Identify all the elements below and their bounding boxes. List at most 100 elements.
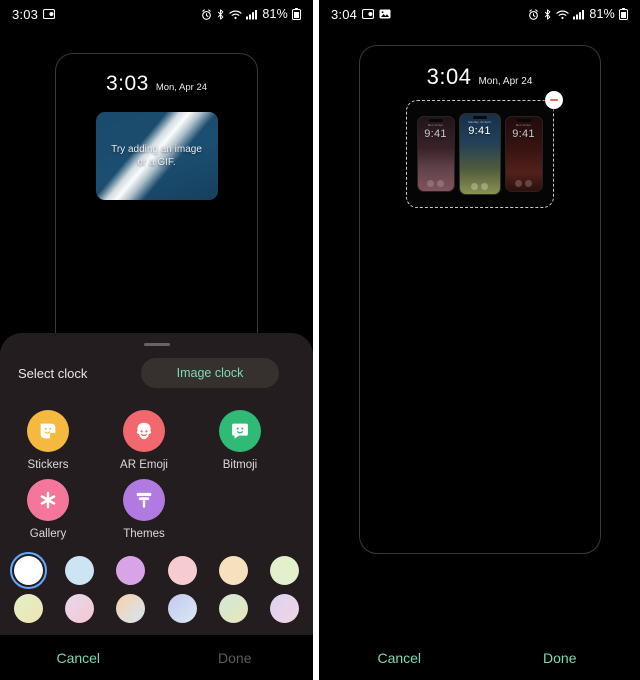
- bluetooth-icon: [216, 8, 225, 20]
- lockscreen-date: Mon, Apr 24: [155, 82, 208, 93]
- alarm-icon: [528, 8, 539, 20]
- swatch[interactable]: [269, 556, 299, 585]
- swatch[interactable]: [269, 594, 299, 623]
- battery-percent: 81%: [262, 7, 288, 21]
- mockup-time: 9:41: [468, 125, 491, 137]
- mockup-time: 9:41: [424, 128, 447, 140]
- lockscreen-preview-right: 3:04 Mon, Apr 24 Mon 24 Apr 9:41 Monday,…: [319, 28, 640, 554]
- status-bar-right: 3:04 81%: [319, 0, 640, 28]
- screenshot-icon: [362, 8, 375, 20]
- remove-icon[interactable]: [544, 91, 563, 109]
- swatch-row-1: [10, 552, 299, 589]
- left-phone-screen: 3:03 81% 3:03 Mon, Apr 24 Try adding an …: [0, 0, 313, 680]
- status-bar-right-group: 81%: [201, 7, 301, 21]
- lockscreen-clock: 3:03 Mon, Apr 24: [56, 54, 257, 96]
- tile-bitmoji[interactable]: Bitmoji: [192, 410, 288, 471]
- bitmoji-icon: [219, 410, 261, 452]
- swatch-row-2: [14, 594, 299, 623]
- mockup-date: Monday, 24 April: [468, 121, 491, 124]
- bluetooth-icon: [543, 8, 552, 20]
- image-icon: [379, 8, 391, 20]
- battery-percent: 81%: [589, 7, 615, 21]
- status-bar-left-group: 3:03: [12, 6, 56, 22]
- mockup-date: Mon 24 Apr: [515, 124, 532, 127]
- swatch[interactable]: [14, 594, 43, 623]
- lockscreen-time: 3:03: [105, 72, 149, 95]
- themes-roller-icon: [123, 479, 165, 521]
- mockup-controls: [506, 180, 542, 187]
- swatch[interactable]: [218, 556, 248, 585]
- swatch[interactable]: [218, 594, 248, 623]
- tile-gallery[interactable]: Gallery: [0, 479, 96, 540]
- phone-mockup: Mon 24 Apr 9:41: [504, 116, 543, 192]
- source-tiles: Stickers AR Emoji Bitmoji Gallery Themes: [0, 394, 313, 546]
- source-tile-row-1: Stickers AR Emoji Bitmoji: [0, 404, 313, 473]
- signal-icon: [573, 9, 585, 20]
- tile-ar-emoji[interactable]: AR Emoji: [96, 410, 192, 471]
- sticker-icon: [27, 410, 69, 452]
- swatch[interactable]: [167, 556, 197, 585]
- notch: [472, 116, 487, 119]
- tile-themes[interactable]: Themes: [96, 479, 192, 540]
- gallery-flower-icon: [27, 479, 69, 521]
- cancel-button[interactable]: Cancel: [319, 650, 480, 666]
- cancel-button[interactable]: Cancel: [0, 650, 157, 666]
- tile-stickers[interactable]: Stickers: [0, 410, 96, 471]
- swatch[interactable]: [10, 552, 47, 589]
- screenshot-pair: 3:03 81% 3:03 Mon, Apr 24 Try adding an …: [0, 0, 640, 680]
- tile-label: Stickers: [27, 459, 69, 471]
- clock-picker-sheet: Select clock Image clock Stickers AR Emo…: [0, 333, 313, 635]
- wifi-icon: [229, 9, 242, 20]
- phone-mockup: Monday, 24 April 9:41: [458, 113, 501, 195]
- right-phone-screen: 3:04 81% 3:04 Mon, Apr 24 Mon 24 Apr 9:4…: [319, 0, 640, 680]
- signal-icon: [246, 9, 258, 20]
- battery-icon: [292, 8, 301, 20]
- swatch[interactable]: [65, 594, 95, 623]
- mockup-controls: [460, 183, 500, 190]
- swatch[interactable]: [167, 594, 197, 623]
- minus-glyph: [549, 99, 558, 101]
- status-bar-left-group: 3:04: [331, 7, 391, 22]
- status-bar-left: 3:03 81%: [0, 0, 313, 28]
- tile-label: Bitmoji: [222, 459, 258, 471]
- notch: [516, 119, 531, 122]
- tile-label: Gallery: [29, 528, 67, 540]
- status-bar-right-group: 81%: [528, 7, 628, 21]
- sheet-title: Select clock: [18, 365, 88, 381]
- swatch[interactable]: [116, 594, 146, 623]
- tile-spacer: [192, 479, 288, 540]
- mockup-date: Mon 24 Apr: [427, 124, 444, 127]
- selected-image-widget[interactable]: Mon 24 Apr 9:41 Monday, 24 April 9:41 Mo…: [405, 91, 563, 208]
- selection-dashed-box: Mon 24 Apr 9:41 Monday, 24 April 9:41 Mo…: [405, 100, 554, 208]
- done-button: Done: [218, 649, 252, 666]
- battery-icon: [619, 8, 628, 20]
- swatch[interactable]: [65, 556, 95, 585]
- phone-frame: 3:04 Mon, Apr 24 Mon 24 Apr 9:41 Monday,…: [358, 45, 601, 554]
- image-clock-placeholder[interactable]: Try adding an image or a GIF.: [95, 112, 218, 200]
- mockup-controls: [418, 180, 454, 187]
- phone-mockup: Mon 24 Apr 9:41: [416, 116, 455, 192]
- lockscreen-date: Mon, Apr 24: [478, 76, 533, 87]
- lockscreen-time: 3:04: [426, 64, 472, 89]
- ar-emoji-icon: [123, 410, 165, 452]
- mockup-time: 9:41: [512, 128, 535, 140]
- wifi-icon: [556, 9, 569, 20]
- image-clock-placeholder-text: Try adding an image or a GIF.: [111, 143, 202, 169]
- done-button[interactable]: Done: [480, 650, 640, 666]
- tile-label: AR Emoji: [120, 459, 168, 471]
- swatch[interactable]: [116, 556, 146, 585]
- action-bar-left: Cancel Done: [0, 635, 313, 680]
- screenshot-icon: [43, 8, 56, 20]
- image-clock-chip[interactable]: Image clock: [141, 358, 279, 388]
- alarm-icon: [201, 8, 212, 20]
- action-bar-right: Cancel Done: [319, 635, 640, 680]
- phone-mockups: Mon 24 Apr 9:41 Monday, 24 April 9:41 Mo…: [416, 113, 544, 195]
- sheet-header: Select clock Image clock: [0, 346, 313, 394]
- color-swatches: [0, 546, 313, 635]
- status-time: 3:03: [12, 6, 39, 22]
- tile-label: Themes: [123, 528, 165, 540]
- lockscreen-clock: 3:04 Mon, Apr 24: [360, 46, 600, 90]
- notch: [428, 119, 443, 122]
- source-tile-row-2: Gallery Themes: [0, 473, 313, 542]
- status-time: 3:04: [331, 6, 358, 22]
